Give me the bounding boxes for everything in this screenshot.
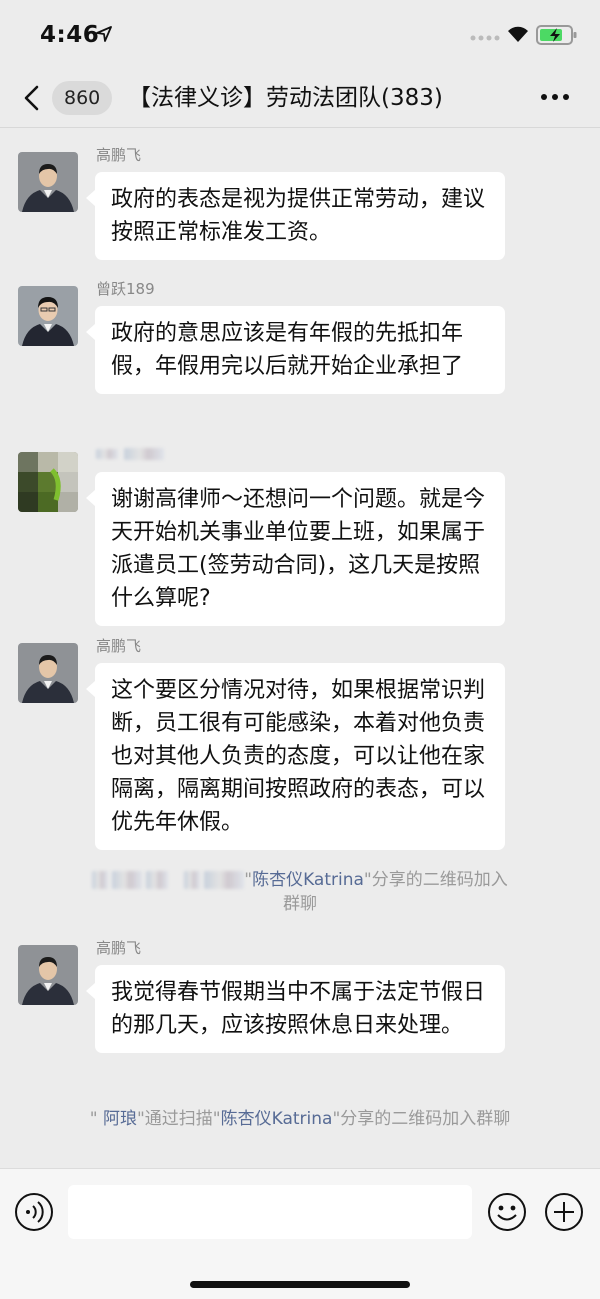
blurred-avatar-icon — [18, 452, 78, 512]
wifi-icon — [508, 26, 528, 42]
chevron-left-icon — [24, 85, 39, 111]
chat-title: 【法律义诊】劳动法团队(383) — [128, 85, 443, 111]
home-indicator[interactable] — [190, 1281, 410, 1288]
lawyer-portrait-icon — [18, 286, 78, 346]
message-input[interactable] — [68, 1185, 472, 1239]
status-time: 4:46 — [40, 22, 100, 48]
status-bar: 4:46 — [0, 0, 600, 70]
sender-name: 曾跃189 — [96, 280, 155, 298]
chat-header: 860 【法律义诊】劳动法团队(383) — [0, 70, 600, 128]
lawyer-portrait-icon — [18, 945, 78, 1005]
member-name-link[interactable]: 阿琅 — [103, 1109, 137, 1129]
message-bubble[interactable]: 谢谢高律师～还想问一个问题。就是今天开始机关事业单位要上班，如果属于派遣员工(签… — [86, 472, 505, 626]
message-bubble[interactable]: 政府的表态是视为提供正常劳动，建议按照正常标准发工资。 — [86, 172, 505, 260]
emoji-icon[interactable] — [487, 1192, 527, 1232]
sender-name: 高鹏飞 — [96, 637, 142, 655]
unread-count-badge: 860 — [52, 81, 113, 115]
voice-input-icon[interactable] — [14, 1192, 54, 1232]
avatar[interactable] — [18, 452, 78, 512]
input-bar — [0, 1168, 600, 1299]
system-notice: "陈杏仪Katrina"分享的二维码加入 群聊 — [0, 868, 600, 916]
sender-name: 高鹏飞 — [96, 146, 142, 164]
member-name-link[interactable]: 陈杏仪Katrina — [221, 1109, 333, 1129]
lawyer-portrait-icon — [18, 152, 78, 212]
avatar[interactable] — [18, 643, 78, 703]
message-bubble[interactable]: 这个要区分情况对待，如果根据常识判断，员工很有可能感染，本着对他负责也对其他人负… — [86, 663, 505, 850]
message-bubble[interactable]: 政府的意思应该是有年假的先抵扣年假，年假用完以后就开始企业承担了 — [86, 306, 505, 394]
lawyer-portrait-icon — [18, 643, 78, 703]
avatar[interactable] — [18, 286, 78, 346]
more-options-icon[interactable] — [538, 82, 572, 112]
battery-charging-icon — [536, 25, 577, 45]
sender-name-blurred — [96, 444, 164, 462]
cellular-signal-icon — [470, 35, 500, 41]
plus-icon[interactable] — [544, 1192, 584, 1232]
message-bubble[interactable]: 我觉得春节假期当中不属于法定节假日的那几天，应该按照休息日来处理。 — [86, 965, 505, 1053]
location-arrow-icon — [96, 26, 112, 42]
avatar[interactable] — [18, 152, 78, 212]
system-notice: " 阿琅"通过扫描"陈杏仪Katrina"分享的二维码加入群聊 — [89, 1109, 511, 1129]
member-name-link[interactable]: 陈杏仪Katrina — [252, 870, 364, 890]
back-button[interactable]: 860 — [22, 78, 114, 118]
avatar[interactable] — [18, 945, 78, 1005]
sender-name: 高鹏飞 — [96, 939, 142, 957]
